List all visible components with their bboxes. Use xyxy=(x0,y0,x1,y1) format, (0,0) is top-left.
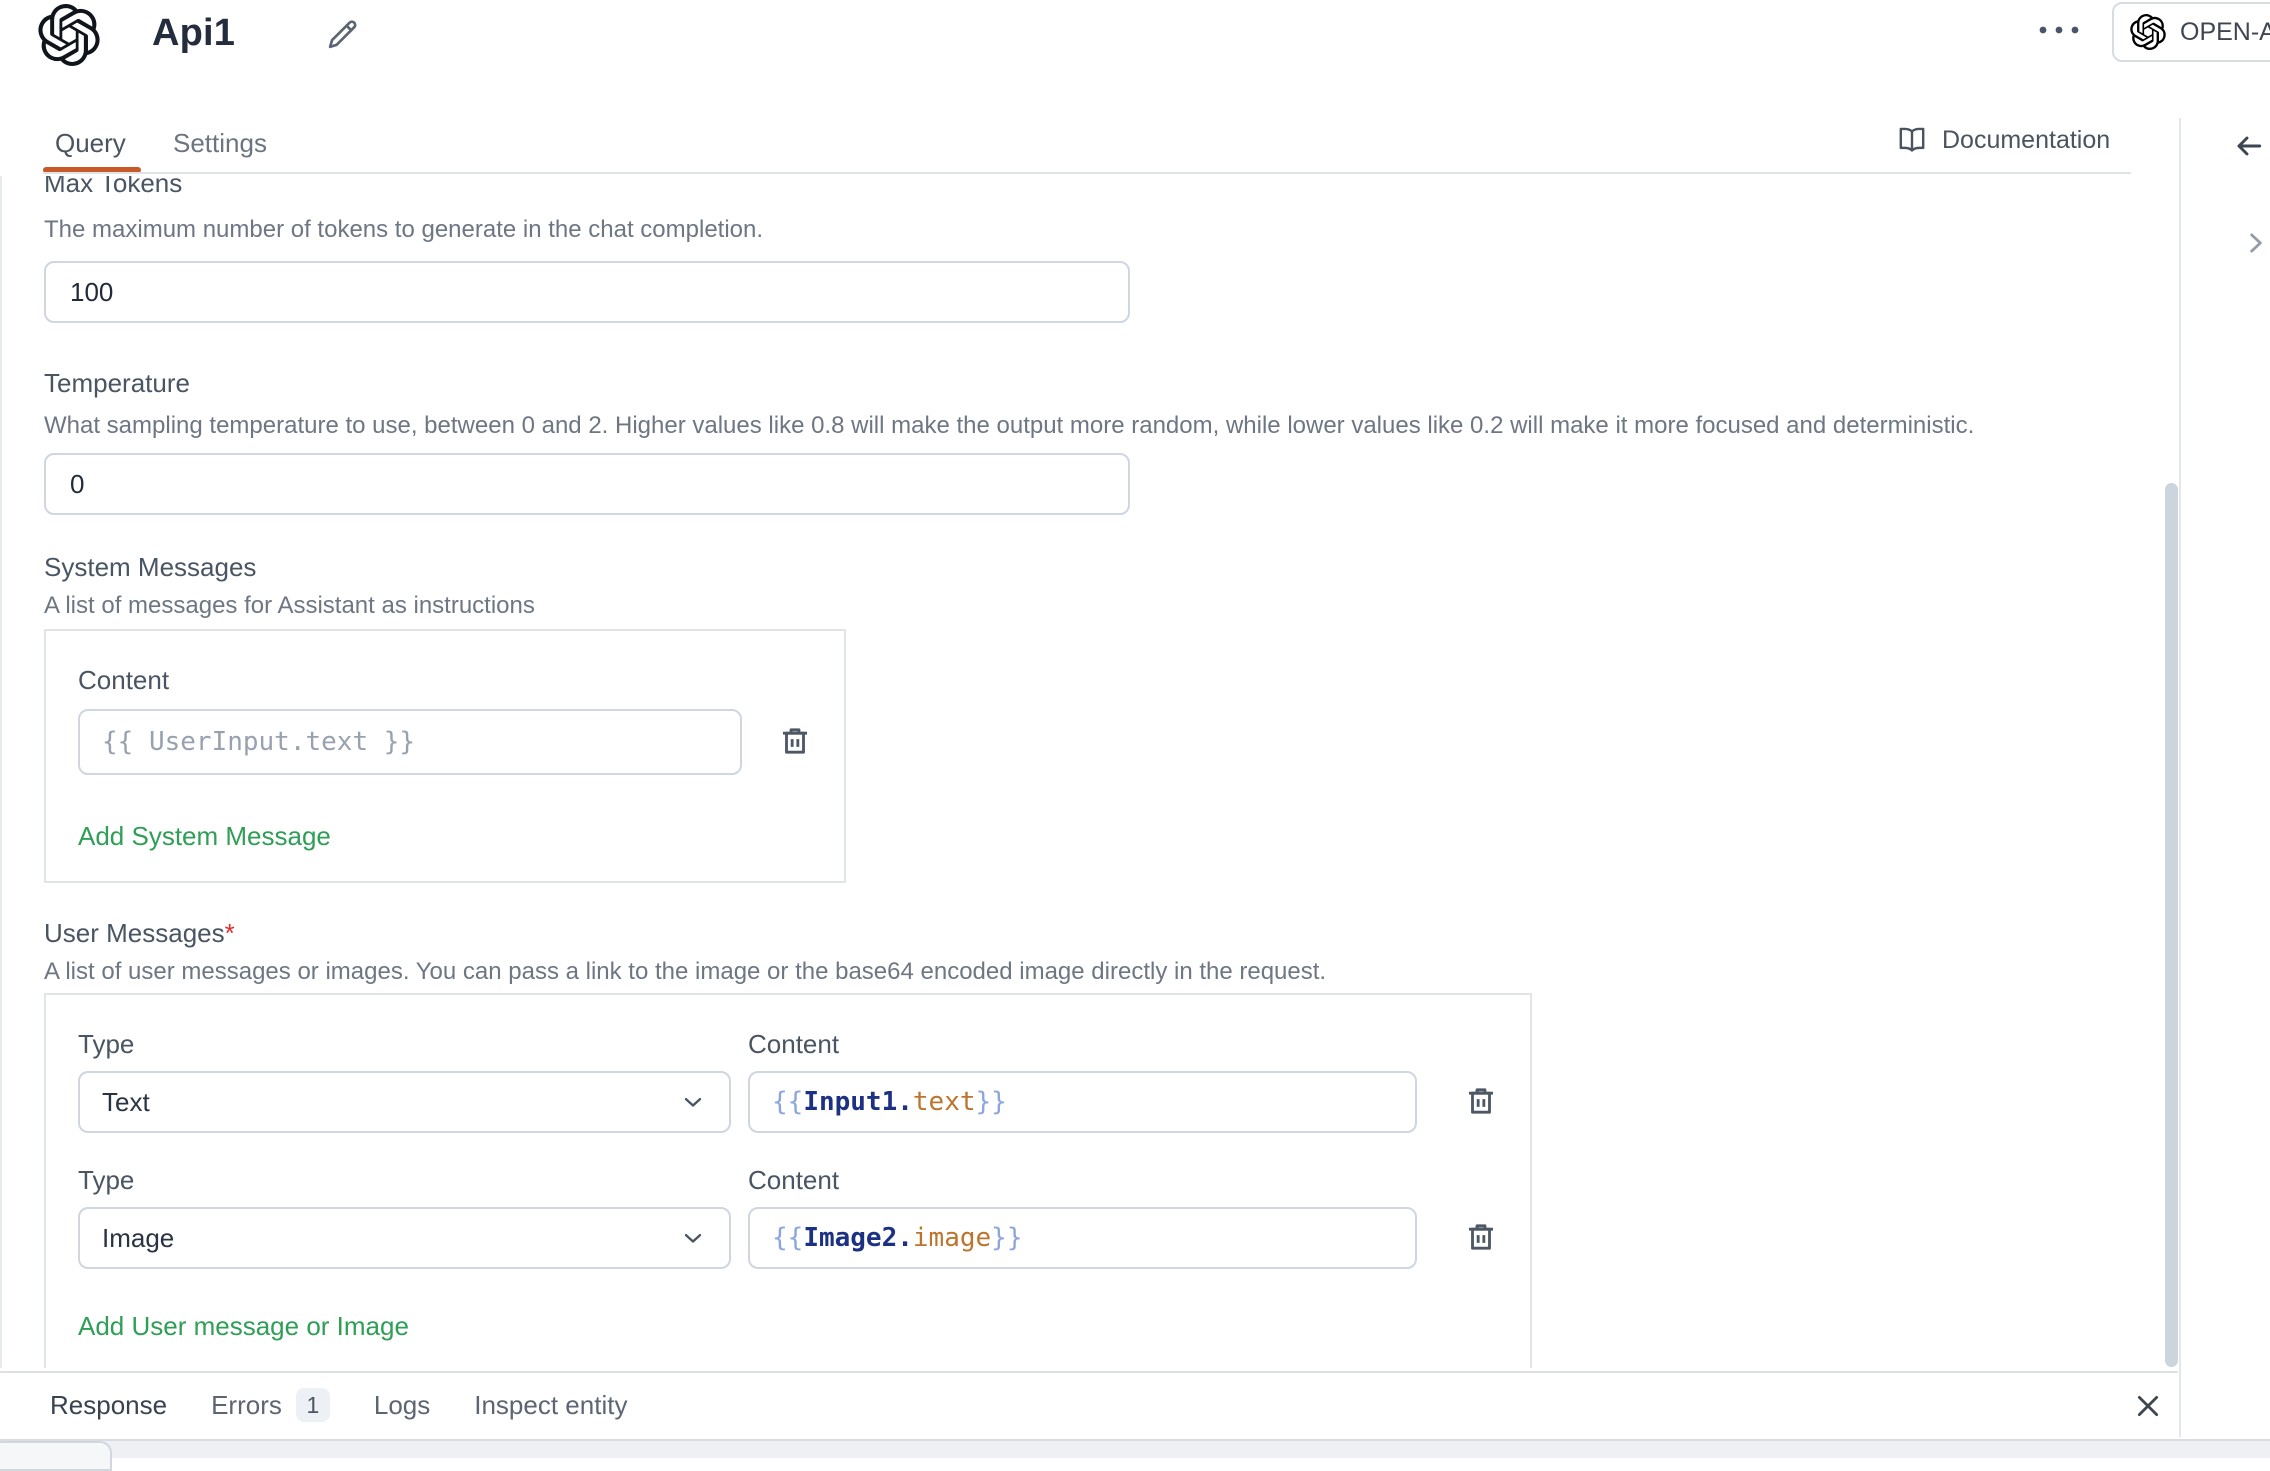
add-system-message-link[interactable]: Add System Message xyxy=(78,819,331,853)
close-icon[interactable] xyxy=(2132,1390,2164,1422)
back-arrow-icon[interactable] xyxy=(2233,130,2265,162)
type-select-1[interactable]: Text xyxy=(78,1071,731,1133)
max-tokens-input[interactable] xyxy=(44,261,1130,323)
delete-user-message-trash-icon[interactable] xyxy=(1464,1220,1498,1256)
edit-title-pencil-icon[interactable] xyxy=(323,16,361,54)
chevron-down-icon xyxy=(679,1088,707,1116)
system-content-label: Content xyxy=(78,663,812,697)
type-label-2: Type xyxy=(78,1163,731,1197)
header: Api1 OPEN-A xyxy=(0,0,2270,118)
right-rail xyxy=(2179,118,2270,1437)
tab-logs[interactable]: Logs xyxy=(374,1390,430,1421)
user-messages-label: User Messages* xyxy=(44,915,2178,951)
system-content-input[interactable]: {{ UserInput.text }} xyxy=(78,709,742,775)
system-messages-description: A list of messages for Assistant as inst… xyxy=(44,591,2178,621)
type-select-2[interactable]: Image xyxy=(78,1207,731,1269)
datasource-button[interactable]: OPEN-A xyxy=(2112,2,2270,62)
content-input-2[interactable]: {{Image2.image}} xyxy=(748,1207,1417,1269)
temperature-input[interactable] xyxy=(44,453,1130,515)
response-pane-tab-bar: Response Errors 1 Logs Inspect entity xyxy=(0,1371,2178,1437)
content-label-1: Content xyxy=(748,1027,1417,1061)
query-form-scroll-area: Max Tokens The maximum number of tokens … xyxy=(0,176,2178,1368)
system-messages-box: Content {{ UserInput.text }} Add System … xyxy=(44,629,846,883)
chevron-down-icon xyxy=(679,1224,707,1252)
user-messages-box: Type Text Content {{Input1.text}} Type I… xyxy=(44,993,1532,1368)
required-asterisk: * xyxy=(225,918,235,948)
datasource-label: OPEN-A xyxy=(2180,18,2270,47)
add-user-message-link[interactable]: Add User message or Image xyxy=(78,1309,409,1343)
openai-logo-icon xyxy=(38,4,100,66)
type-label-1: Type xyxy=(78,1027,731,1061)
max-tokens-label: Max Tokens xyxy=(44,176,2178,201)
page-title: Api1 xyxy=(152,12,235,55)
query-tab-bar: Query Settings Documentation xyxy=(0,118,2178,176)
tab-settings[interactable]: Settings xyxy=(173,128,267,159)
content-input-1[interactable]: {{Input1.text}} xyxy=(748,1071,1417,1133)
documentation-link[interactable]: Documentation xyxy=(1896,124,2110,156)
book-icon xyxy=(1896,124,1928,156)
delete-user-message-trash-icon[interactable] xyxy=(1464,1084,1498,1120)
max-tokens-description: The maximum number of tokens to generate… xyxy=(44,215,2178,245)
ellipsis-icon xyxy=(2036,24,2082,36)
temperature-description: What sampling temperature to use, betwee… xyxy=(44,411,2178,441)
tab-query[interactable]: Query xyxy=(55,128,126,159)
vertical-scrollbar-thumb[interactable] xyxy=(2165,483,2178,1367)
bottom-left-tab[interactable] xyxy=(0,1441,112,1471)
tab-bar-divider xyxy=(43,172,2131,174)
documentation-label: Documentation xyxy=(1942,126,2110,155)
tab-inspect-entity[interactable]: Inspect entity xyxy=(474,1390,627,1421)
temperature-label: Temperature xyxy=(44,365,2178,401)
content-label-2: Content xyxy=(748,1163,1417,1197)
canvas-bottom-strip xyxy=(0,1439,2270,1458)
user-message-row: Type Text Content {{Input1.text}} xyxy=(78,1027,1498,1133)
system-content-placeholder: {{ UserInput.text }} xyxy=(102,727,415,757)
user-messages-description: A list of user messages or images. You c… xyxy=(44,957,2178,987)
chevron-right-icon[interactable] xyxy=(2243,226,2269,260)
system-messages-label: System Messages xyxy=(44,549,2178,585)
tab-response[interactable]: Response xyxy=(50,1390,167,1421)
errors-count-badge: 1 xyxy=(296,1388,330,1422)
more-options-button[interactable] xyxy=(2036,14,2082,46)
tab-errors[interactable]: Errors 1 xyxy=(211,1388,330,1422)
delete-system-message-trash-icon[interactable] xyxy=(778,724,812,760)
user-message-row: Type Image Content {{Image2.image}} xyxy=(78,1163,1498,1269)
openai-datasource-icon xyxy=(2130,14,2166,50)
